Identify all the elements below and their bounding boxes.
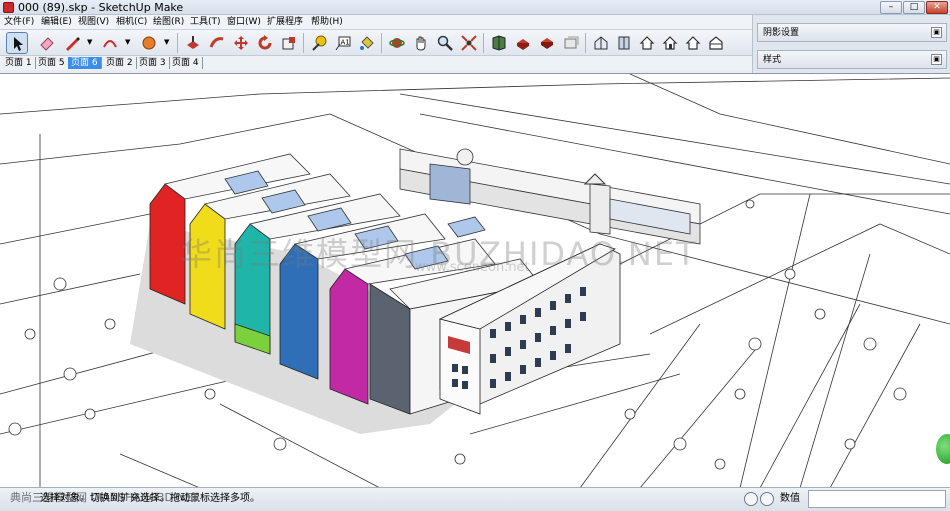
tape-measure-tool-button[interactable] xyxy=(308,32,330,54)
shapes-tool-button[interactable] xyxy=(138,32,160,54)
shapes-dropdown-icon[interactable]: ▼ xyxy=(164,38,172,46)
pan-tool-button[interactable] xyxy=(410,32,432,54)
zoom-extents-icon xyxy=(461,35,477,51)
zoom-extents-tool-button[interactable] xyxy=(458,32,480,54)
menu-file[interactable]: 文件(F) xyxy=(4,16,34,28)
styles-label: 样式 xyxy=(763,55,782,65)
front-view-button[interactable] xyxy=(636,32,658,54)
svg-text:A1: A1 xyxy=(341,39,350,47)
sketchup-window: 000 (89).skp - SketchUp Make – □ ✕ 文件(F)… xyxy=(0,0,950,511)
line-dropdown-icon[interactable]: ▼ xyxy=(87,38,95,46)
layout-icon xyxy=(564,36,579,49)
scene-tab-2[interactable]: 页面 2 xyxy=(103,57,137,69)
move-tool-button[interactable] xyxy=(230,32,252,54)
sketchup-logo-icon xyxy=(3,2,14,13)
maximize-button[interactable]: □ xyxy=(903,1,925,14)
top-house-icon xyxy=(618,36,630,50)
model-viewport[interactable]: 华尚三维模型网 BUZHIDAO.NET www.sceneon.net xyxy=(0,73,950,487)
orbit-tool-button[interactable] xyxy=(386,32,408,54)
zoom-tool-button[interactable] xyxy=(434,32,456,54)
shadow-settings-panel[interactable]: 阴影设置 ▣ xyxy=(757,23,947,42)
follow-me-tool-button[interactable] xyxy=(206,32,228,54)
line-tool-button[interactable] xyxy=(61,32,83,54)
share-icon xyxy=(517,39,529,50)
status-bar: 典尚三维模型网 DIANSHANG3D.NET 选择对象。切换到扩充选择。拖动鼠… xyxy=(0,487,950,511)
eraser-tool-button[interactable] xyxy=(36,32,58,54)
eraser-icon xyxy=(40,37,54,51)
magnifier-icon xyxy=(437,35,453,51)
paint-bucket-icon xyxy=(360,36,374,50)
measurements-input[interactable] xyxy=(808,490,946,508)
rotate-tool-button[interactable] xyxy=(254,32,276,54)
main-toolbar: ▼ ▼ ▼ A1 xyxy=(0,29,752,56)
arc-tool-button[interactable] xyxy=(99,32,121,54)
menu-bar: 文件(F) 编辑(E) 视图(V) 相机(C) 绘图(R) 工具(T) 窗口(W… xyxy=(0,15,752,29)
scene-tab-3[interactable]: 页面 3 xyxy=(136,57,170,69)
scene-tab-6[interactable]: 页面 6 xyxy=(68,57,102,69)
scale-icon xyxy=(282,37,295,50)
model-drawing[interactable] xyxy=(0,74,950,487)
push-pull-tool-button[interactable] xyxy=(182,32,204,54)
rotate-icon xyxy=(258,35,272,50)
arc-dropdown-icon[interactable]: ▼ xyxy=(125,38,133,46)
circle-icon xyxy=(142,36,156,50)
menu-edit[interactable]: 编辑(E) xyxy=(41,16,72,28)
watermark-url: www.sceneon.net xyxy=(415,260,530,275)
scene-tab-4[interactable]: 页面 4 xyxy=(169,57,203,69)
iso-view-button[interactable] xyxy=(590,32,612,54)
pencil-icon xyxy=(66,37,80,51)
push-pull-icon xyxy=(187,36,199,49)
cursor-icon xyxy=(14,37,23,51)
styles-toggle-icon[interactable]: ▣ xyxy=(931,54,942,65)
menu-help[interactable]: 帮助(H) xyxy=(311,16,343,28)
geo-location-icon[interactable] xyxy=(744,492,758,506)
front-house-icon xyxy=(639,36,655,50)
move-icon xyxy=(234,36,248,50)
right-house-icon xyxy=(662,36,678,50)
shadow-settings-toggle-icon[interactable]: ▣ xyxy=(931,27,942,38)
hand-icon xyxy=(416,36,426,51)
paint-bucket-tool-button[interactable] xyxy=(356,32,378,54)
extension-icon xyxy=(541,38,553,49)
share-model-button[interactable] xyxy=(512,32,534,54)
menu-tools[interactable]: 工具(T) xyxy=(190,16,221,28)
follow-me-icon xyxy=(209,37,224,48)
extension-warehouse-button[interactable] xyxy=(536,32,558,54)
right-view-button[interactable] xyxy=(659,32,681,54)
styles-panel[interactable]: 样式 ▣ xyxy=(757,50,947,69)
top-view-button[interactable] xyxy=(613,32,635,54)
3d-warehouse-button[interactable] xyxy=(488,32,510,54)
back-house-icon xyxy=(685,36,701,50)
menu-draw[interactable]: 绘图(R) xyxy=(153,16,184,28)
menu-extensions[interactable]: 扩展程序 xyxy=(267,16,303,28)
back-view-button[interactable] xyxy=(682,32,704,54)
left-house-icon xyxy=(709,36,723,50)
menu-camera[interactable]: 相机(C) xyxy=(116,16,147,28)
credits-icon[interactable] xyxy=(760,492,774,506)
scene-tab-1[interactable]: 页面 1 xyxy=(2,57,36,69)
text-tool-button[interactable]: A1 xyxy=(332,32,354,54)
scale-tool-button[interactable] xyxy=(278,32,300,54)
menu-view[interactable]: 视图(V) xyxy=(78,16,109,28)
text-icon: A1 xyxy=(335,36,351,51)
tape-icon xyxy=(312,35,327,51)
close-button[interactable]: ✕ xyxy=(926,1,948,14)
arc-icon xyxy=(103,40,117,48)
menu-window[interactable]: 窗口(W) xyxy=(227,16,261,28)
warehouse-icon xyxy=(492,35,506,51)
title-bar: 000 (89).skp - SketchUp Make – □ ✕ xyxy=(0,0,950,15)
scene-tabs: 页面 1 页面 5 页面 6 页面 2 页面 3 页面 4 xyxy=(0,56,752,70)
window-title: 000 (89).skp - SketchUp Make xyxy=(18,1,184,14)
layout-button[interactable] xyxy=(560,32,582,54)
measurements-label: 数值 xyxy=(780,493,800,504)
shadow-settings-label: 阴影设置 xyxy=(763,28,800,38)
scene-tab-5[interactable]: 页面 5 xyxy=(35,57,69,69)
status-message: 选择对象。切换到扩充选择。拖动鼠标选择多项。 xyxy=(40,493,260,504)
orbit-icon xyxy=(389,38,405,48)
minimize-button[interactable]: – xyxy=(880,1,902,14)
default-tray: 阴影设置 ▣ 样式 ▣ xyxy=(752,15,950,73)
select-tool-button[interactable] xyxy=(6,32,28,54)
iso-house-icon xyxy=(594,36,608,50)
left-view-button[interactable] xyxy=(705,32,727,54)
